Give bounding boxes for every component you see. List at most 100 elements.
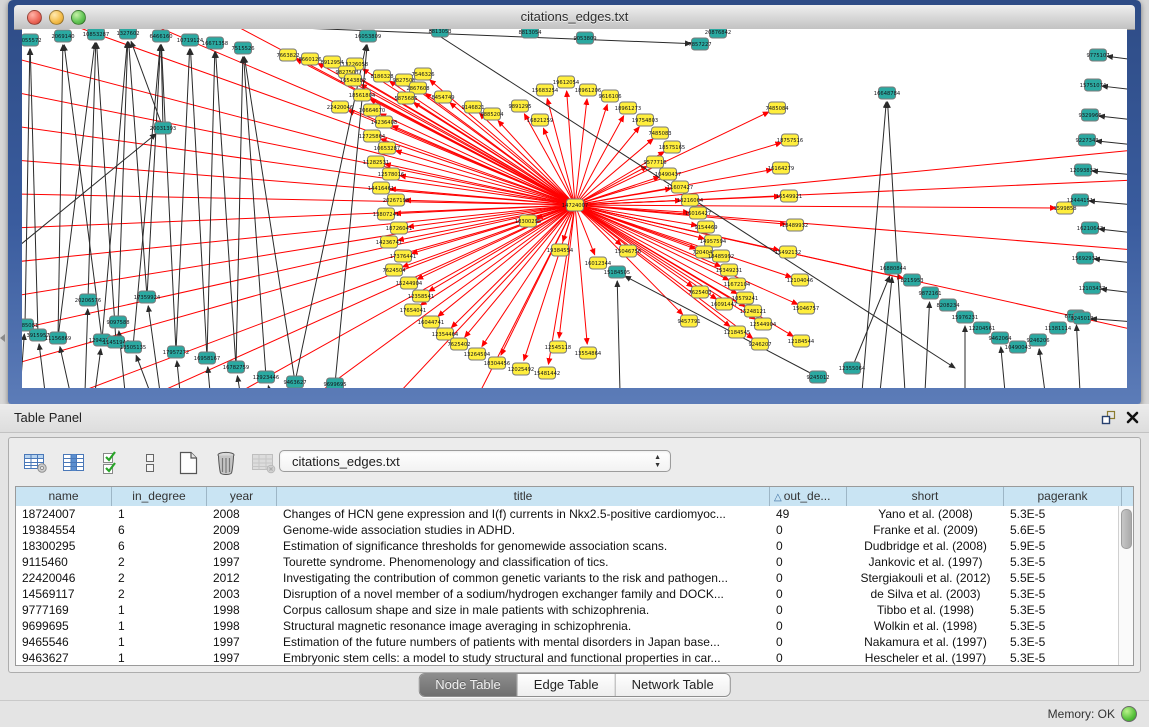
network-canvas[interactable]: 1472400776638228660126891295413226058982… <box>22 29 1127 388</box>
graph-node[interactable]: 13807241 <box>373 208 399 220</box>
show-columns-icon[interactable] <box>59 449 89 477</box>
graph-node[interactable]: 9245012 <box>806 371 829 383</box>
graph-node[interactable]: 16782759 <box>223 361 249 373</box>
graph-node[interactable]: 16210643 <box>1077 222 1103 234</box>
graph-node[interactable]: 9463627 <box>283 376 306 388</box>
graph-node[interactable]: 9699695 <box>323 378 346 388</box>
column-header-name[interactable]: name <box>16 487 112 506</box>
graph-node[interactable]: 17654041 <box>400 304 426 316</box>
column-header-out_de[interactable]: △out_de... <box>770 487 847 506</box>
graph-node[interactable]: 16880844 <box>880 262 907 274</box>
graph-node[interactable]: 8186328 <box>370 70 393 82</box>
table-row[interactable]: 1872400712008Changes of HCN gene express… <box>16 506 1119 522</box>
graph-node[interactable]: 17376441 <box>390 250 416 262</box>
graph-node[interactable]: 16821259 <box>527 114 553 126</box>
network-window[interactable]: citations_edges.txt 14724007766382286601… <box>8 0 1141 404</box>
graph-node[interactable]: 8813054 <box>518 29 542 38</box>
graph-node[interactable]: 20267198 <box>383 194 409 206</box>
graph-node[interactable]: 12184545 <box>724 326 750 338</box>
graph-node[interactable]: 9872161 <box>918 287 941 299</box>
table-row[interactable]: 977716911998Corpus callosum shape and si… <box>16 602 1119 618</box>
graph-node[interactable]: 6885204 <box>480 108 504 120</box>
vertical-scrollbar[interactable] <box>1118 506 1133 665</box>
scrollbar-thumb[interactable] <box>1121 509 1132 549</box>
graph-node[interactable]: 16648784 <box>874 87 901 99</box>
graph-node[interactable]: 8208234 <box>936 299 960 311</box>
graph-node[interactable]: 12104046 <box>787 274 813 286</box>
graph-node[interactable]: 12355064 <box>839 362 866 374</box>
graph-node[interactable]: 19754803 <box>632 114 658 126</box>
panel-collapse-arrow[interactable] <box>0 334 5 342</box>
window-titlebar[interactable]: citations_edges.txt <box>14 5 1135 30</box>
table-row[interactable]: 911546021997Tourette syndrome. Phenomeno… <box>16 554 1119 570</box>
graph-node[interactable]: 2055572 <box>22 34 42 46</box>
graph-node[interactable]: 12545118 <box>545 341 571 353</box>
graph-node[interactable]: 12025492 <box>508 363 534 375</box>
graph-node[interactable]: 11607427 <box>667 181 693 193</box>
column-header-title[interactable]: title <box>277 487 770 506</box>
graph-node[interactable]: 9154469 <box>694 221 717 233</box>
graph-node[interactable]: 7625403 <box>688 286 711 298</box>
graph-node[interactable]: 7546326 <box>411 68 434 80</box>
graph-node[interactable]: 15549921 <box>776 190 802 202</box>
graph-node[interactable]: 16164279 <box>768 162 794 174</box>
graph-node[interactable]: 9329966 <box>1078 109 1101 121</box>
graph-node[interactable]: 9616106 <box>598 90 621 102</box>
table-mode-icon[interactable] <box>21 449 51 477</box>
table-row[interactable]: 969969511998Structural magnetic resonanc… <box>16 618 1119 634</box>
column-header-in_degree[interactable]: in_degree <box>112 487 207 506</box>
graph-node[interactable]: 9457791 <box>677 315 700 327</box>
table-row[interactable]: 1456911722003Disruption of a novel membe… <box>16 586 1119 602</box>
graph-node[interactable]: 16958167 <box>194 352 220 364</box>
close-panel-icon[interactable] <box>1126 411 1139 424</box>
graph-node[interactable]: 7663822 <box>276 49 299 61</box>
table-selector-dropdown[interactable]: citations_edges.txt ▲▼ <box>279 450 671 472</box>
graph-node[interactable]: 2069140 <box>51 30 74 42</box>
graph-node[interactable]: 7857227 <box>688 38 711 50</box>
table-row[interactable]: 1938455462009Genome-wide association stu… <box>16 522 1119 538</box>
graph-node[interactable]: 7624504 <box>382 264 406 276</box>
create-table-icon[interactable] <box>173 449 203 477</box>
graph-node[interactable]: 8813053 <box>428 29 451 37</box>
graph-node[interactable]: 12204561 <box>969 322 995 334</box>
graph-node[interactable]: 9462064 <box>988 332 1012 344</box>
graph-node[interactable]: 1327602 <box>116 29 139 39</box>
graph-node[interactable]: 9246206 <box>1026 334 1049 346</box>
graph-node[interactable]: 7625402 <box>447 338 470 350</box>
tab-node-table[interactable]: Node Table <box>419 674 518 696</box>
row-height-icon[interactable] <box>135 449 165 477</box>
graph-node[interactable]: 9097588 <box>106 316 129 328</box>
graph-node[interactable]: 13264504 <box>464 348 491 360</box>
graph-node[interactable]: 9245013 <box>1070 312 1093 324</box>
graph-node[interactable]: 17957272 <box>163 346 189 358</box>
graph-node[interactable]: 15481442 <box>534 367 560 379</box>
memory-ok-led-icon[interactable] <box>1121 706 1137 722</box>
column-header-short[interactable]: short <box>847 487 1004 506</box>
graph-node[interactable]: 15492132 <box>775 246 801 258</box>
graph-node[interactable]: 12184544 <box>788 335 815 347</box>
graph-node[interactable]: 8454749 <box>431 91 454 103</box>
graph-node[interactable]: 12093832 <box>1070 164 1096 176</box>
table-row[interactable]: 946554611997Estimation of the future num… <box>16 634 1119 650</box>
graph-node[interactable]: 13554864 <box>575 347 602 359</box>
graph-node[interactable]: 11381114 <box>1045 322 1072 334</box>
graph-node[interactable]: 7515526 <box>231 42 254 54</box>
graph-node[interactable]: 14236741 <box>376 236 402 248</box>
column-header-year[interactable]: year <box>207 487 277 506</box>
graph-node[interactable]: 20876842 <box>705 29 731 38</box>
table-row[interactable]: 2242004622012Investigating the contribut… <box>16 570 1119 586</box>
graph-node[interactable]: 7485083 <box>648 127 671 139</box>
select-rows-icon[interactable] <box>97 449 127 477</box>
graph-node[interactable]: 11282531 <box>363 156 389 168</box>
graph-node[interactable]: 15692931 <box>1072 252 1098 264</box>
graph-node[interactable]: 10719124 <box>177 34 204 46</box>
graph-node[interactable]: 9891295 <box>508 100 531 112</box>
graph-node[interactable]: 14957594 <box>700 235 727 247</box>
float-panel-icon[interactable] <box>1101 410 1116 425</box>
column-header-pagerank[interactable]: pagerank <box>1004 487 1122 506</box>
graph-node[interactable]: 16012344 <box>585 257 612 269</box>
graph-node[interactable]: 16053809 <box>355 30 381 42</box>
tab-edge-table[interactable]: Edge Table <box>518 674 616 696</box>
graph-node[interactable]: 9246207 <box>748 338 771 350</box>
graph-node[interactable]: 15751074 <box>1080 79 1107 91</box>
